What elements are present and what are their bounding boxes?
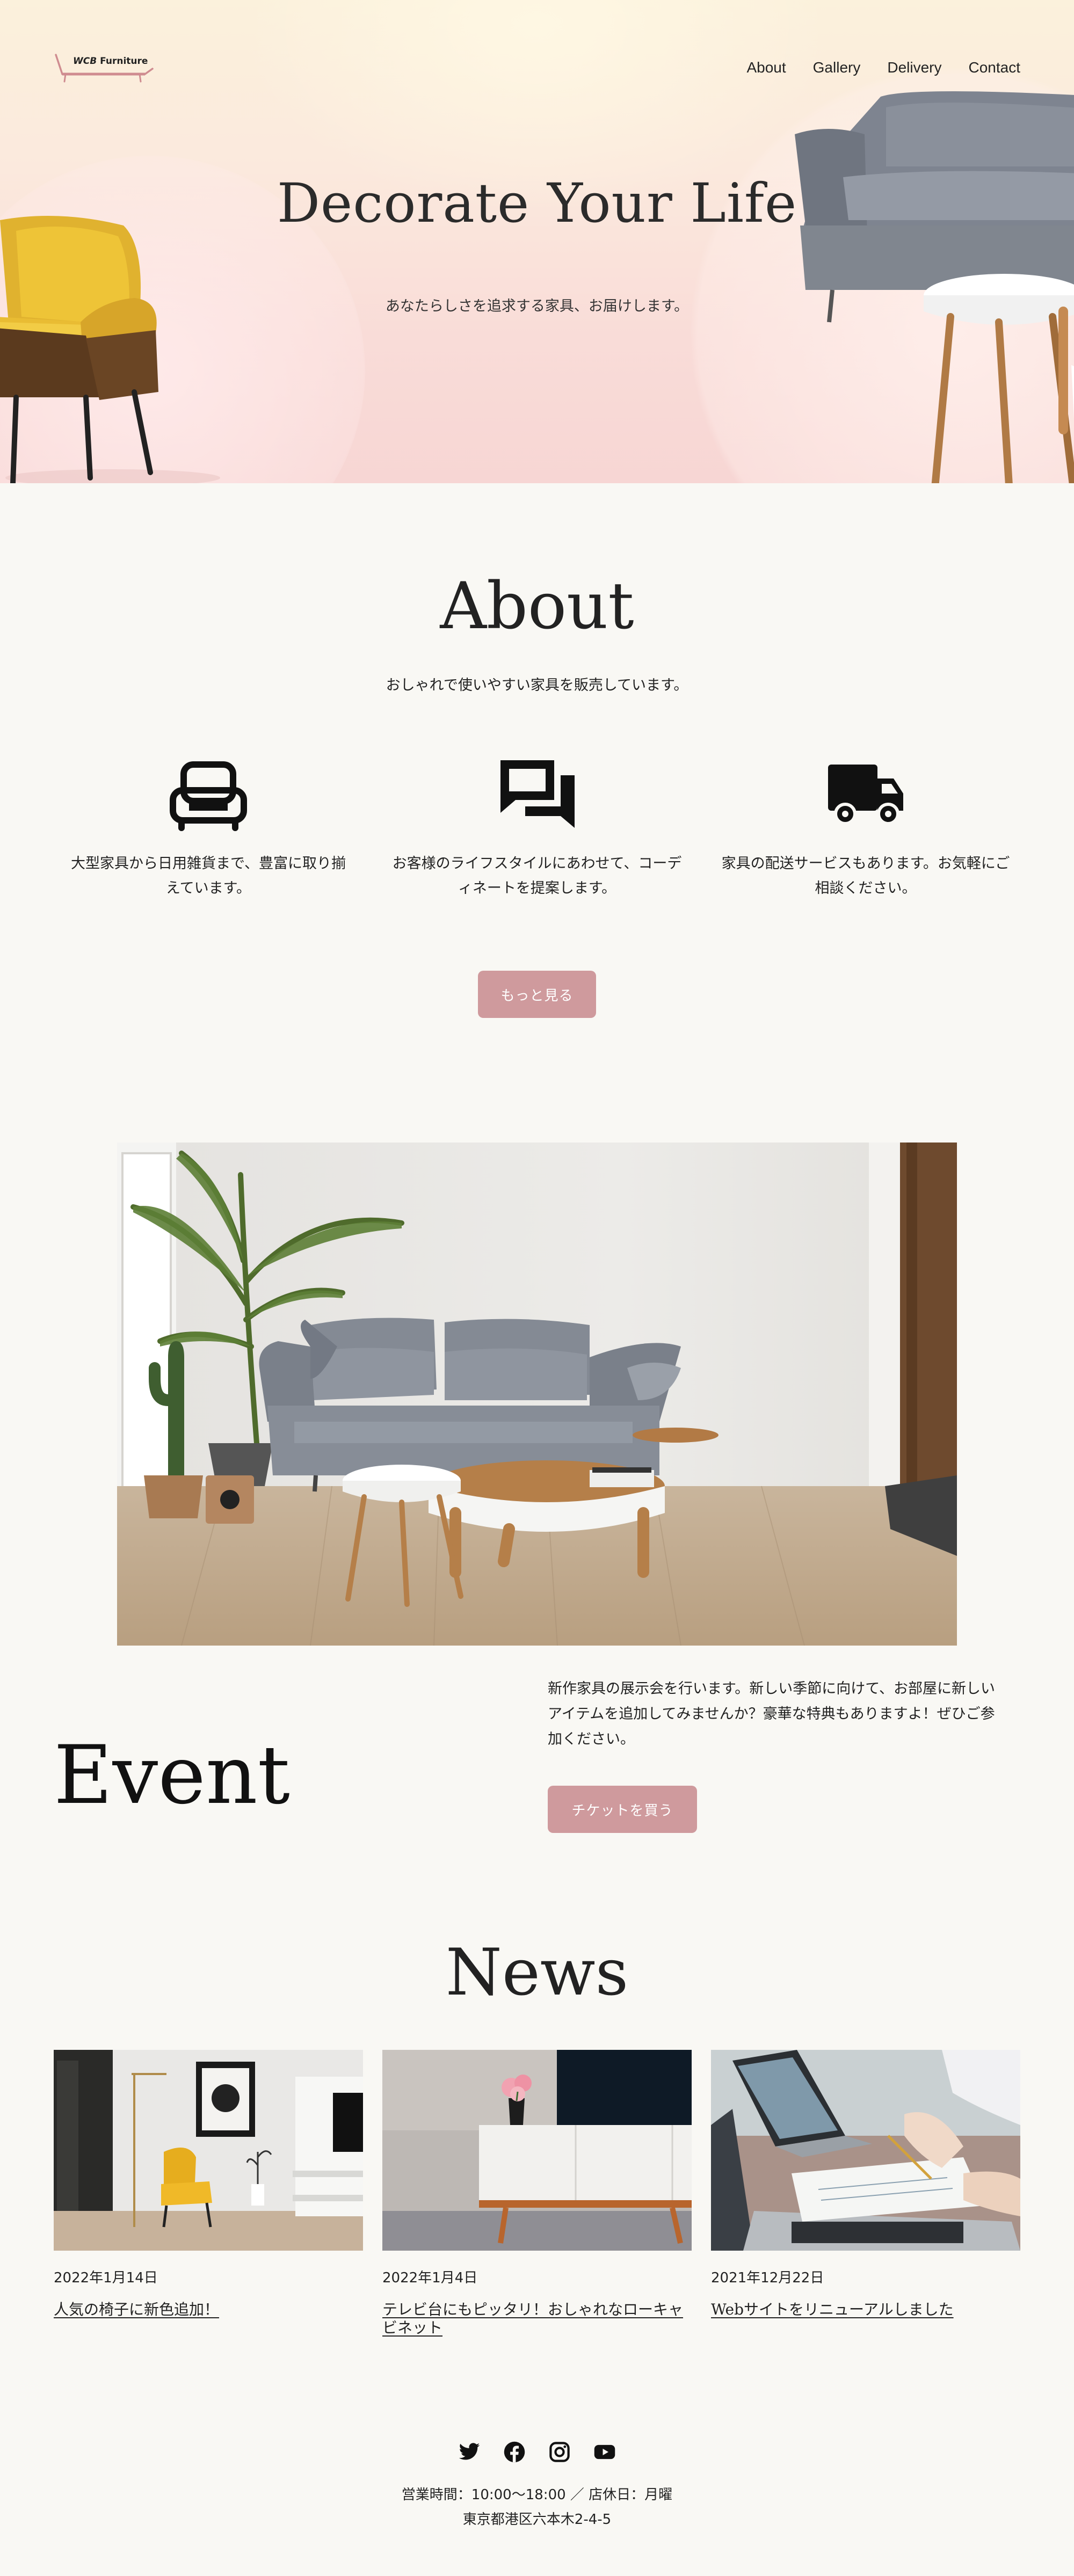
social-links xyxy=(0,2441,1074,2463)
feature-text-delivery-line2: 相談ください。 xyxy=(815,880,917,897)
about-title: About xyxy=(440,569,634,644)
living-room-image xyxy=(117,1143,957,1646)
feature-text-coordinate: お客様のライフスタイルにあわせて、コーデ ィネートを提案します。 xyxy=(376,852,698,901)
nav-contact[interactable]: Contact xyxy=(969,59,1021,76)
feature-text-coordinate-line2: ィネートを提案します。 xyxy=(458,880,616,897)
feature-text-delivery: 家具の配送サービスもあります。お気軽にご 相談ください。 xyxy=(705,852,1027,901)
event-description: 新作家具の展示会を行います。新しい季節に向けて、お部屋に新しい アイテムを追加して… xyxy=(548,1676,1020,1752)
logo-suffix: Furniture xyxy=(100,56,148,67)
event-description-line3: 加ください。 xyxy=(548,1731,635,1748)
news-date: 2021年12月22日 xyxy=(711,2270,824,2286)
about-subtitle: おしゃれで使いやすい家具を販売しています。 xyxy=(386,677,688,694)
hero-title: Decorate Your Life xyxy=(277,172,797,235)
news-date: 2022年1月14日 xyxy=(54,2270,158,2286)
news-title-line1: Webサイトをリニューアルしました xyxy=(711,2301,954,2318)
logo-text[interactable]: WCB Furniture xyxy=(73,56,148,67)
event-title: Event xyxy=(54,1729,290,1822)
news-thumbnail-laptop-desk xyxy=(711,2050,1020,2251)
event-description-line1: 新作家具の展示会を行います。新しい季節に向けて、お部屋に新しい xyxy=(548,1680,995,1697)
news-thumbnail-cabinet xyxy=(382,2050,692,2251)
news-title-line1: 人気の椅子に新色追加！ xyxy=(54,2301,220,2318)
facebook-icon[interactable] xyxy=(503,2441,526,2463)
main-nav: About Gallery Delivery Contact xyxy=(746,59,1020,76)
feature-item-coordinate: お客様のライフスタイルにあわせて、コーデ ィネートを提案します。 xyxy=(376,757,698,901)
more-button[interactable]: もっと見る xyxy=(478,971,596,1018)
twitter-icon[interactable] xyxy=(458,2441,481,2463)
news-title-link[interactable]: テレビ台にもピッタリ！おしゃれなローキャ ビネット xyxy=(382,2301,692,2337)
news-title: News xyxy=(445,1935,629,2010)
nav-gallery[interactable]: Gallery xyxy=(813,59,861,76)
hero-section: WCB Furniture About Gallery Delivery Con… xyxy=(0,0,1074,483)
buy-ticket-button[interactable]: チケットを買う xyxy=(548,1786,697,1833)
feature-text-coordinate-line1: お客様のライフスタイルにあわせて、コーデ xyxy=(392,855,682,872)
feature-text-delivery-line1: 家具の配送サービスもあります。お気軽にご xyxy=(721,855,1010,872)
logo-prefix: WCB xyxy=(73,56,97,67)
youtube-icon[interactable] xyxy=(593,2441,616,2463)
nav-delivery[interactable]: Delivery xyxy=(887,59,941,76)
news-card[interactable]: 2021年12月22日 Webサイトをリニューアルしました xyxy=(711,2050,1020,2319)
chat-bubbles-icon xyxy=(500,760,575,828)
feature-text-assortment: 大型家具から日用雑貨まで、豊富に取り揃 えています。 xyxy=(47,852,369,901)
news-title-link[interactable]: Webサイトをリニューアルしました xyxy=(711,2301,1020,2319)
news-title-link[interactable]: 人気の椅子に新色追加！ xyxy=(54,2301,363,2319)
address: 東京都港区六本木2-4-5 xyxy=(462,2512,612,2528)
event-description-line2: アイテムを追加してみませんか？豪華な特典もありますよ！ぜひご参 xyxy=(548,1706,995,1722)
news-card[interactable]: 2022年1月14日 人気の椅子に新色追加！ xyxy=(54,2050,363,2319)
feature-text-assortment-line2: えています。 xyxy=(166,880,251,897)
news-thumbnail-yellow-chair xyxy=(54,2050,363,2251)
feature-text-assortment-line1: 大型家具から日用雑貨まで、豊富に取り揃 xyxy=(71,855,346,872)
yellow-armchair-image xyxy=(0,216,220,483)
nav-about[interactable]: About xyxy=(746,59,786,76)
news-title-line1: テレビ台にもピッタリ！おしゃれなローキャ xyxy=(382,2301,684,2318)
business-hours: 営業時間：10:00〜18:00 ／ 店休日：月曜 xyxy=(401,2487,673,2503)
grey-sofa-image xyxy=(795,91,1074,483)
delivery-truck-icon xyxy=(828,765,903,825)
news-title-line2: ビネット xyxy=(382,2319,443,2337)
instagram-icon[interactable] xyxy=(548,2441,571,2463)
feature-item-assortment: 大型家具から日用雑貨まで、豊富に取り揃 えています。 xyxy=(47,757,369,901)
armchair-icon xyxy=(170,761,247,831)
hero-subtitle: あなたらしさを追求する家具、お届けします。 xyxy=(385,298,689,315)
news-date: 2022年1月4日 xyxy=(382,2270,478,2286)
feature-item-delivery: 家具の配送サービスもあります。お気軽にご 相談ください。 xyxy=(705,757,1027,901)
news-card[interactable]: 2022年1月4日 テレビ台にもピッタリ！おしゃれなローキャ ビネット xyxy=(382,2050,692,2337)
